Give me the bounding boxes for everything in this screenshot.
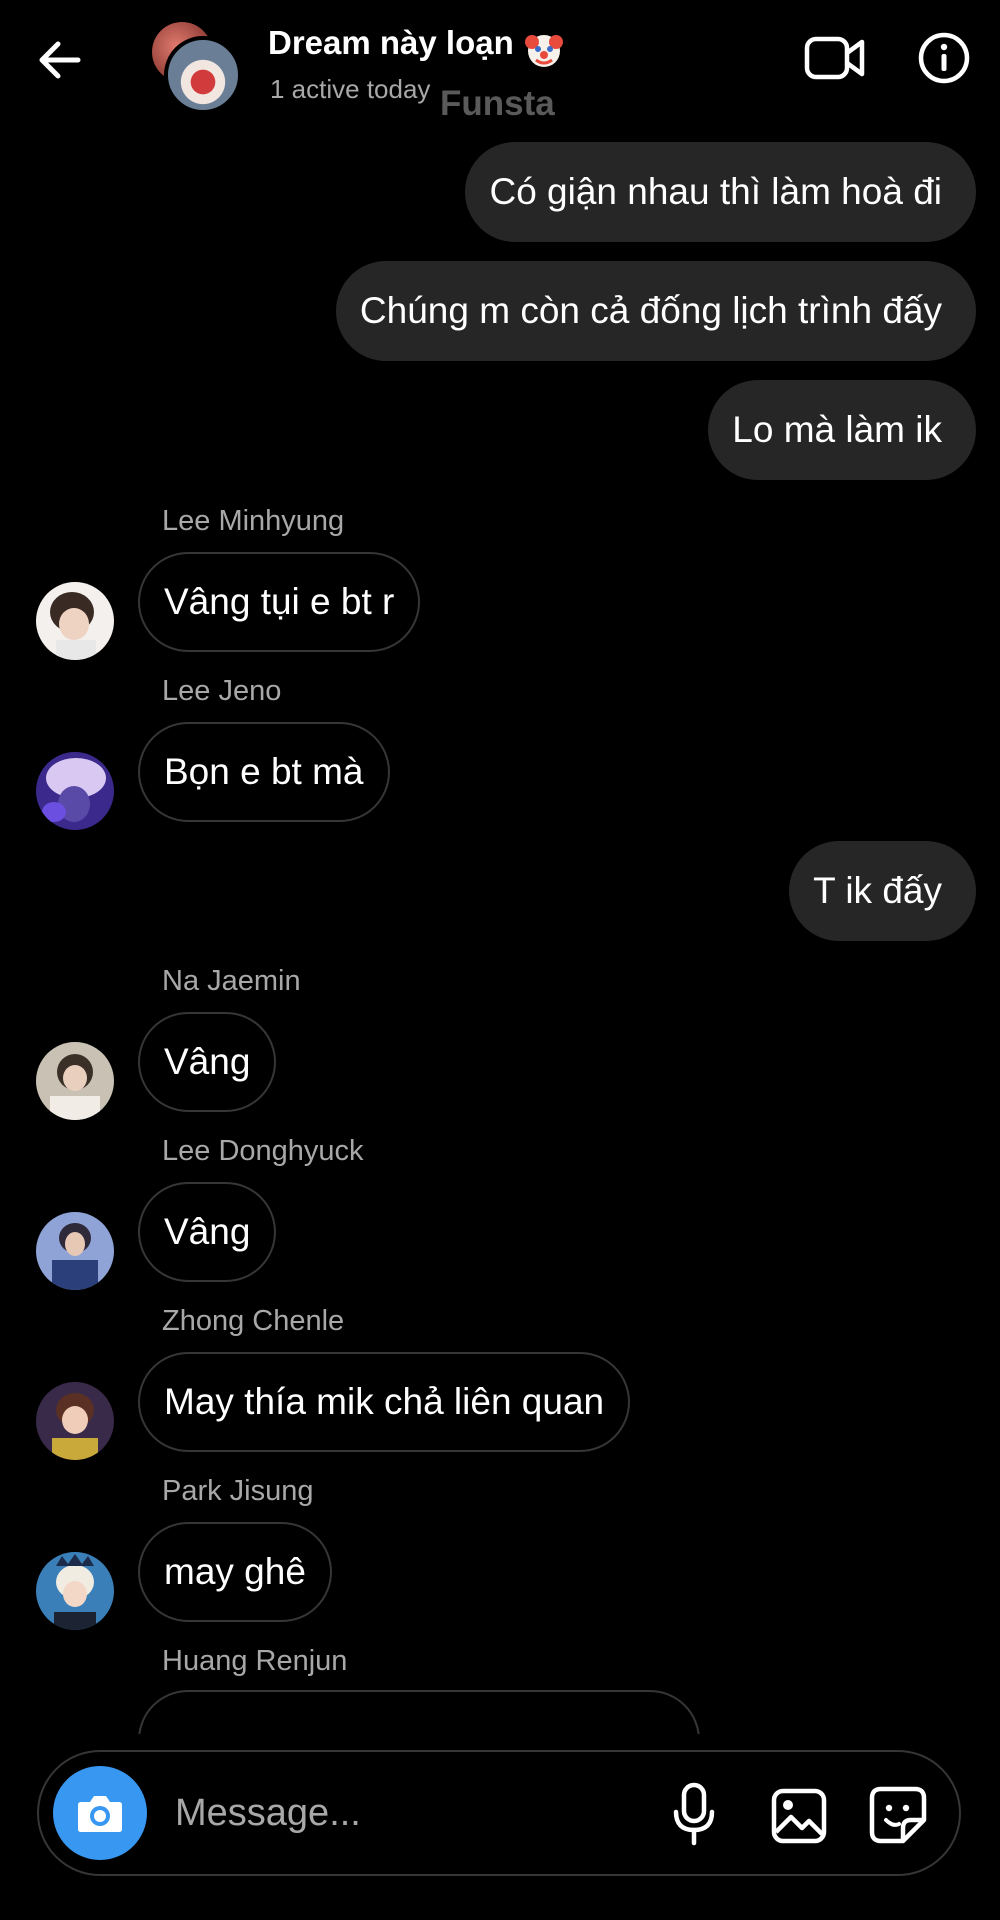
gallery-icon[interactable] bbox=[771, 1788, 827, 1844]
chat-header: Dream này loạn 1 active today Funsta bbox=[0, 0, 1000, 130]
incoming-message[interactable]: May thía mik chả liên quan bbox=[138, 1352, 631, 1452]
clown-face-icon bbox=[525, 34, 564, 67]
incoming-message[interactable]: Bọn e bt mà bbox=[138, 722, 390, 822]
avatar[interactable] bbox=[36, 1212, 114, 1290]
back-arrow-icon[interactable] bbox=[30, 30, 90, 90]
avatar-photo bbox=[36, 1552, 114, 1630]
avatar[interactable] bbox=[36, 752, 114, 830]
avatar-photo bbox=[36, 582, 114, 660]
sender-name: Na Jaemin bbox=[162, 965, 301, 997]
avatar[interactable] bbox=[36, 1382, 114, 1460]
video-call-icon[interactable] bbox=[804, 34, 866, 82]
message-input[interactable] bbox=[173, 1782, 677, 1844]
sender-name: Park Jisung bbox=[162, 1475, 314, 1507]
avatar[interactable] bbox=[36, 1552, 114, 1630]
chat-title: Dream này loạn bbox=[268, 24, 514, 61]
sender-name: Huang Renjun bbox=[162, 1645, 348, 1677]
camera-icon bbox=[78, 1796, 122, 1832]
member-avatar-front bbox=[164, 36, 242, 114]
avatar-photo bbox=[36, 1382, 114, 1460]
outgoing-message[interactable]: Chúng m còn cả đống lịch trình đấy bbox=[335, 261, 976, 361]
message-composer bbox=[37, 1750, 961, 1876]
active-status: 1 active today bbox=[270, 74, 431, 104]
watermark: Funsta bbox=[440, 84, 555, 123]
sender-name: Lee Donghyuck bbox=[162, 1135, 364, 1167]
outgoing-message[interactable]: T ik đấy bbox=[789, 841, 976, 941]
avatar-photo bbox=[36, 1212, 114, 1290]
incoming-message[interactable] bbox=[138, 1690, 700, 1734]
info-icon[interactable] bbox=[918, 32, 970, 84]
avatar-photo bbox=[36, 752, 114, 830]
sender-name: Lee Jeno bbox=[162, 675, 282, 707]
outgoing-message[interactable]: Có giận nhau thì làm hoà đi bbox=[465, 142, 976, 242]
sticker-icon[interactable] bbox=[869, 1786, 927, 1844]
sender-name: Zhong Chenle bbox=[162, 1305, 345, 1337]
avatar[interactable] bbox=[36, 582, 114, 660]
sender-name: Lee Minhyung bbox=[162, 505, 345, 537]
incoming-message[interactable]: Vâng bbox=[138, 1012, 277, 1112]
chat-title-wrap[interactable]: Dream này loạn bbox=[268, 24, 564, 70]
incoming-message-clipped bbox=[138, 1690, 700, 1734]
incoming-message[interactable]: Vâng bbox=[138, 1182, 277, 1282]
group-avatar[interactable] bbox=[150, 22, 242, 114]
incoming-message[interactable]: Vâng tụi e bt r bbox=[138, 552, 421, 652]
avatar-photo bbox=[36, 1042, 114, 1120]
camera-button[interactable] bbox=[53, 1766, 147, 1860]
incoming-message[interactable]: may ghê bbox=[138, 1522, 332, 1622]
microphone-icon[interactable] bbox=[669, 1782, 719, 1846]
outgoing-message[interactable]: Lo mà làm ik bbox=[708, 380, 976, 480]
avatar[interactable] bbox=[36, 1042, 114, 1120]
